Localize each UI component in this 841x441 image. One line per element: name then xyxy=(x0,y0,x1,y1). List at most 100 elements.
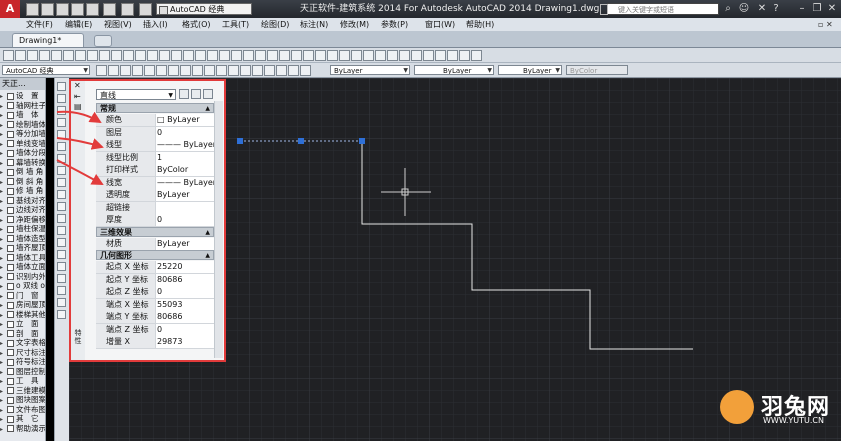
menu-dimension[interactable]: 标注(N) xyxy=(300,18,328,31)
color-combo[interactable]: ByLayer ▼ xyxy=(330,65,410,75)
help-icon[interactable]: ? xyxy=(770,2,782,15)
toolbar-icon[interactable] xyxy=(39,50,50,61)
draw-tool-icon[interactable] xyxy=(57,274,66,283)
toolbar-icon[interactable] xyxy=(255,50,266,61)
tz-menu-item[interactable]: ▸ 识别内外 xyxy=(0,272,45,281)
toolbar-icon[interactable] xyxy=(351,50,362,61)
menu-insert[interactable]: 插入(I) xyxy=(143,18,168,31)
tz-menu-item[interactable]: ▸ 立 面 xyxy=(0,319,45,328)
draw-tool-icon[interactable] xyxy=(57,202,66,211)
menu-tools[interactable]: 工具(T) xyxy=(222,18,249,31)
toolbar-icon[interactable] xyxy=(387,50,398,61)
layer-toolbar-icon[interactable] xyxy=(168,65,179,76)
layer-toolbar-icon[interactable] xyxy=(204,65,215,76)
layer-toolbar-icon[interactable] xyxy=(288,65,299,76)
tz-menu-item[interactable]: ▸ 图层控制 xyxy=(0,367,45,376)
layer-toolbar-icon[interactable] xyxy=(132,65,143,76)
toolbar-icon[interactable] xyxy=(147,50,158,61)
draw-tool-icon[interactable] xyxy=(57,250,66,259)
draw-tool-icon[interactable] xyxy=(57,238,66,247)
toolbar-icon[interactable] xyxy=(327,50,338,61)
restore-button[interactable]: ❐ xyxy=(811,2,823,15)
app-menu-button[interactable]: A xyxy=(0,0,20,18)
tz-menu-item[interactable]: ▸ 幕墙转换 xyxy=(0,158,45,167)
draw-tool-icon[interactable] xyxy=(57,94,66,103)
draw-tool-icon[interactable] xyxy=(57,118,66,127)
toolbar-icon[interactable] xyxy=(3,50,14,61)
toolbar-icon[interactable] xyxy=(219,50,230,61)
workspace-combo[interactable]: AutoCAD 经典 ▼ xyxy=(2,65,90,75)
menu-help[interactable]: 帮助(H) xyxy=(466,18,494,31)
grip-end[interactable] xyxy=(359,138,365,144)
tz-menu-item[interactable]: ▸ 倒 墙 角 xyxy=(0,167,45,176)
toolbar-icon[interactable] xyxy=(363,50,374,61)
tz-menu-item[interactable]: ▸ 基线对齐 xyxy=(0,196,45,205)
new-tab-button[interactable] xyxy=(94,35,112,47)
toolbar-icon[interactable] xyxy=(75,50,86,61)
layer-toolbar-icon[interactable] xyxy=(264,65,275,76)
tz-menu-item[interactable]: ▸ 文件布图 xyxy=(0,405,45,414)
layer-toolbar-icon[interactable] xyxy=(108,65,119,76)
tz-menu-item[interactable]: ▸ 墙柱保温 xyxy=(0,224,45,233)
tz-menu-item[interactable]: ▸ 墙体造型 xyxy=(0,234,45,243)
tz-menu-item[interactable]: ▸ 符号标注 xyxy=(0,357,45,366)
draw-tool-icon[interactable] xyxy=(57,298,66,307)
draw-tool-icon[interactable] xyxy=(57,166,66,175)
search-icon[interactable] xyxy=(600,4,608,15)
tz-menu-item[interactable]: ▸ 倒 斜 角 xyxy=(0,177,45,186)
layer-toolbar-icon[interactable] xyxy=(252,65,263,76)
toolbar-icon[interactable] xyxy=(111,50,122,61)
close-button[interactable]: ✕ xyxy=(826,2,838,15)
toolbar-icon[interactable] xyxy=(279,50,290,61)
minimize-button[interactable]: – xyxy=(796,2,808,15)
draw-tool-icon[interactable] xyxy=(57,142,66,151)
tz-menu-item[interactable]: ▸ 剖 面 xyxy=(0,329,45,338)
tab-drawing1[interactable]: Drawing1* xyxy=(12,33,84,47)
toolbar-icon[interactable] xyxy=(231,50,242,61)
toolbar-icon[interactable] xyxy=(459,50,470,61)
toolbar-icon[interactable] xyxy=(99,50,110,61)
grip-start[interactable] xyxy=(237,138,243,144)
save-icon[interactable] xyxy=(56,3,69,16)
toolbar-icon[interactable] xyxy=(435,50,446,61)
toolbar-icon[interactable] xyxy=(399,50,410,61)
tz-menu-item[interactable]: ▸ 净距偏移 xyxy=(0,215,45,224)
menu-modify[interactable]: 修改(M) xyxy=(340,18,369,31)
linetype-combo[interactable]: ByLayer ▼ xyxy=(414,65,494,75)
new-icon[interactable] xyxy=(26,3,39,16)
tz-menu-item[interactable]: ▸ 墙齐屋顶 xyxy=(0,243,45,252)
tz-menu-item[interactable]: ▸ 帮助演示 xyxy=(0,424,45,433)
layer-toolbar-icon[interactable] xyxy=(120,65,131,76)
draw-tool-icon[interactable] xyxy=(57,286,66,295)
toolbar-icon[interactable] xyxy=(195,50,206,61)
toolbar-icon[interactable] xyxy=(63,50,74,61)
layer-toolbar-icon[interactable] xyxy=(180,65,191,76)
menu-edit[interactable]: 编辑(E) xyxy=(65,18,92,31)
layer-toolbar-icon[interactable] xyxy=(192,65,203,76)
tz-menu-item[interactable]: ▸ 边线对齐 xyxy=(0,205,45,214)
exchange-icon[interactable]: ✕ xyxy=(756,2,768,15)
lineweight-combo[interactable]: ByLayer ▼ xyxy=(498,65,562,75)
toolbar-icon[interactable] xyxy=(243,50,254,61)
menu-restore-icon[interactable]: ▫ ✕ xyxy=(818,18,833,31)
quick-access-dropdown-icon[interactable] xyxy=(139,3,152,16)
draw-tool-icon[interactable] xyxy=(57,178,66,187)
toolbar-icon[interactable] xyxy=(135,50,146,61)
search-input[interactable]: 键入关键字或短语 xyxy=(607,3,719,15)
print-icon[interactable] xyxy=(86,3,99,16)
tz-menu-item[interactable]: ▸ 轴网柱子 xyxy=(0,101,45,110)
tz-menu-item[interactable]: ▸ 墙体工具 xyxy=(0,253,45,262)
toolbar-icon[interactable] xyxy=(159,50,170,61)
user-icon[interactable]: ☺ xyxy=(738,2,750,15)
toolbar-icon[interactable] xyxy=(447,50,458,61)
draw-tool-icon[interactable] xyxy=(57,82,66,91)
toolbar-icon[interactable] xyxy=(423,50,434,61)
layer-toolbar-icon[interactable] xyxy=(96,65,107,76)
open-icon[interactable] xyxy=(41,3,54,16)
layer-toolbar-icon[interactable] xyxy=(216,65,227,76)
draw-tool-icon[interactable] xyxy=(57,154,66,163)
magnifier-icon[interactable]: ⌕ xyxy=(722,2,734,15)
undo-icon[interactable] xyxy=(103,3,116,16)
tz-menu-item[interactable]: ▸ 单线变墙 xyxy=(0,139,45,148)
tz-menu-item[interactable]: ▸ 墙 体 xyxy=(0,110,45,119)
